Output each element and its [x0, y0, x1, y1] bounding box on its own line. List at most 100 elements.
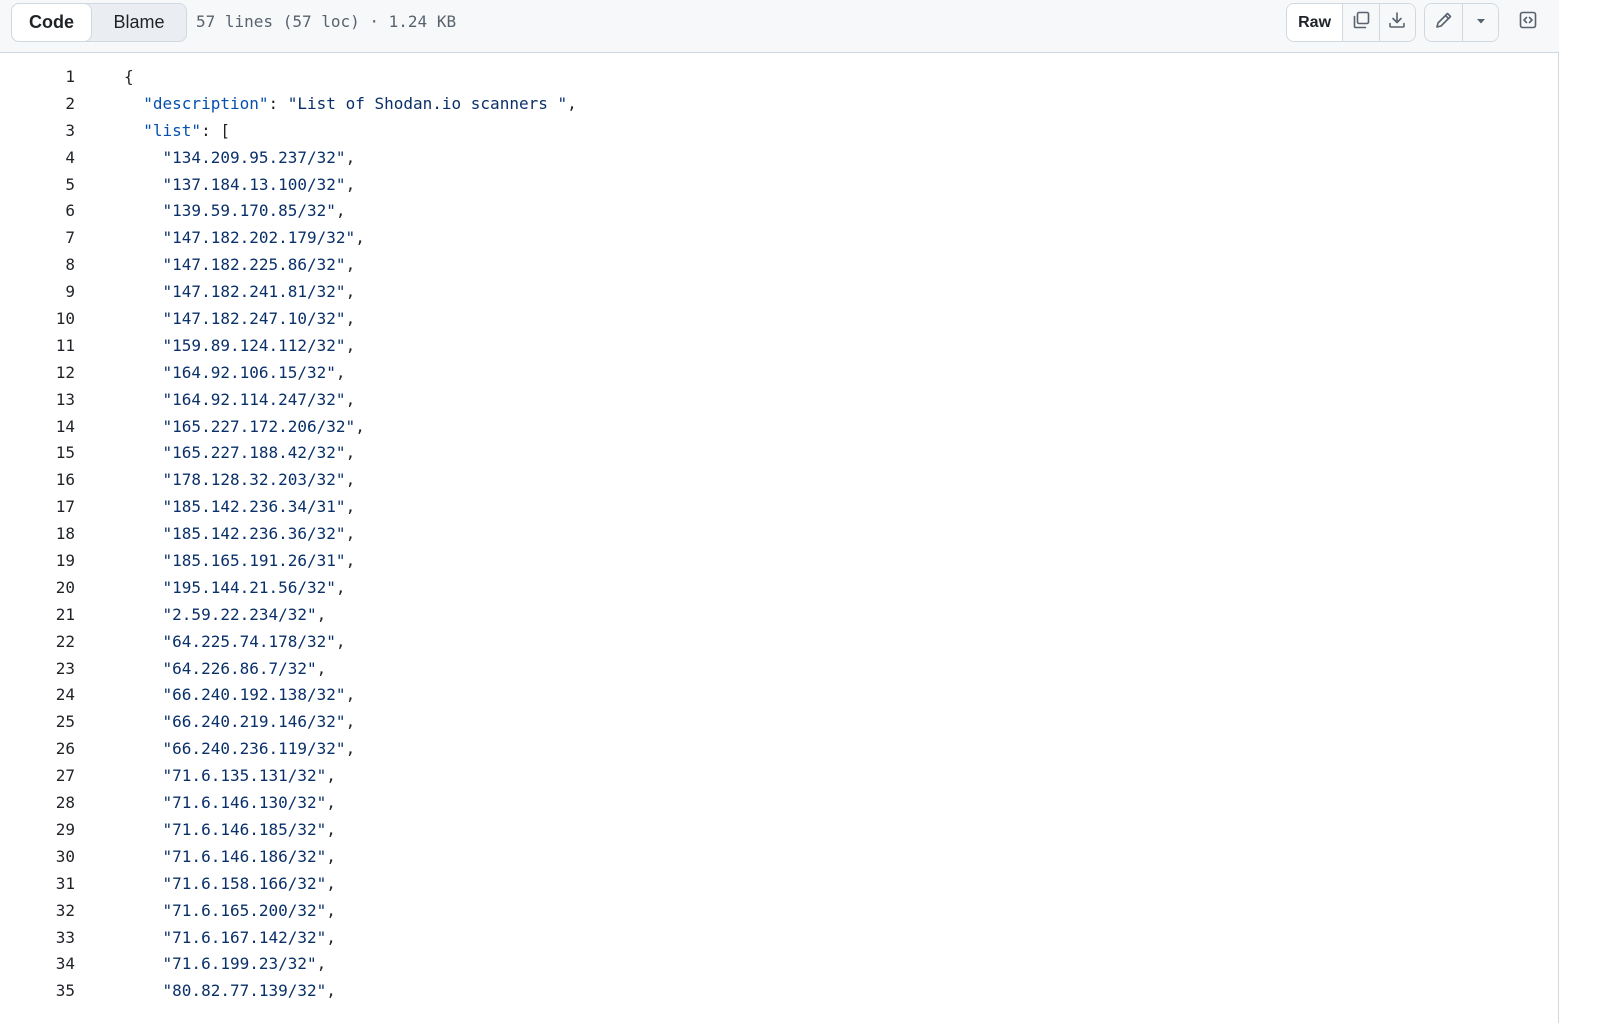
line-number[interactable]: 23: [0, 659, 75, 678]
line-content: "71.6.146.130/32",: [124, 793, 336, 812]
ip-range-value: "165.227.172.206/32": [162, 416, 356, 436]
ip-range-value: "134.209.95.237/32": [162, 147, 346, 167]
line-content: "80.82.77.139/32",: [124, 981, 336, 1000]
line-number[interactable]: 34: [0, 954, 75, 973]
json-key: "description": [143, 93, 269, 113]
line-number[interactable]: 35: [0, 981, 75, 1000]
tab-code[interactable]: Code: [11, 3, 92, 42]
line-number[interactable]: 15: [0, 443, 75, 462]
json-comma: ,: [345, 470, 356, 490]
json-comma: ,: [345, 174, 356, 194]
line-number[interactable]: 8: [0, 255, 75, 274]
line-number[interactable]: 26: [0, 739, 75, 758]
line-content: "159.89.124.112/32",: [124, 336, 356, 355]
line-number[interactable]: 27: [0, 766, 75, 785]
ip-range-value: "139.59.170.85/32": [162, 201, 336, 221]
code-line: 5 "137.184.13.100/32",: [0, 171, 1558, 198]
line-number[interactable]: 28: [0, 793, 75, 812]
line-content: "64.225.74.178/32",: [124, 632, 346, 651]
json-comma: ,: [345, 712, 356, 732]
ip-range-value: "64.226.86.7/32": [162, 658, 317, 678]
line-number[interactable]: 16: [0, 470, 75, 489]
line-number[interactable]: 19: [0, 551, 75, 570]
line-content: "71.6.165.200/32",: [124, 901, 336, 920]
code-line: 19 "185.165.191.26/31",: [0, 547, 1558, 574]
line-number[interactable]: 24: [0, 685, 75, 704]
code-line: 29 "71.6.146.185/32",: [0, 816, 1558, 843]
line-number[interactable]: 22: [0, 632, 75, 651]
code-line: 3 "list": [: [0, 117, 1558, 144]
ip-range-value: "165.227.188.42/32": [162, 443, 346, 463]
line-number[interactable]: 11: [0, 336, 75, 355]
line-number[interactable]: 25: [0, 712, 75, 731]
line-number[interactable]: 33: [0, 928, 75, 947]
json-comma: ,: [345, 739, 356, 759]
download-icon: [1387, 10, 1407, 35]
code-line: 20 "195.144.21.56/32",: [0, 574, 1558, 601]
tab-blame[interactable]: Blame: [92, 4, 186, 41]
file-toolbar: Code Blame 57 lines (57 loc) · 1.24 KB R…: [0, 0, 1559, 53]
line-number[interactable]: 30: [0, 847, 75, 866]
json-comma: ,: [316, 658, 327, 678]
edit-actions-group: [1424, 3, 1499, 42]
pencil-icon: [1434, 10, 1454, 35]
ip-range-value: "80.82.77.139/32": [162, 981, 327, 1001]
line-content: "178.128.32.203/32",: [124, 470, 356, 490]
triangle-down-icon: [1475, 14, 1487, 32]
ip-range-value: "66.240.236.119/32": [162, 739, 346, 759]
line-number[interactable]: 4: [0, 148, 75, 167]
line-number[interactable]: 12: [0, 363, 75, 382]
line-number[interactable]: 29: [0, 820, 75, 839]
raw-button[interactable]: Raw: [1287, 4, 1343, 41]
edit-file-button[interactable]: [1425, 4, 1463, 41]
line-number[interactable]: 13: [0, 390, 75, 409]
json-colon: :: [201, 120, 221, 140]
code-line: 7 "147.182.202.179/32",: [0, 224, 1558, 251]
code-line: 14 "165.227.172.206/32",: [0, 413, 1558, 440]
line-number[interactable]: 2: [0, 94, 75, 113]
line-content: "185.165.191.26/31",: [124, 551, 356, 571]
line-content: "71.6.199.23/32",: [124, 954, 327, 973]
code-line: 21 "2.59.22.234/32",: [0, 601, 1558, 628]
symbols-panel-button[interactable]: [1511, 3, 1545, 42]
line-number[interactable]: 7: [0, 228, 75, 247]
line-number[interactable]: 31: [0, 874, 75, 893]
line-number[interactable]: 1: [0, 67, 75, 86]
code-line: 11 "159.89.124.112/32",: [0, 332, 1558, 359]
line-number[interactable]: 17: [0, 497, 75, 516]
line-number[interactable]: 14: [0, 417, 75, 436]
line-number[interactable]: 9: [0, 282, 75, 301]
json-value: {: [124, 67, 134, 86]
line-number[interactable]: 18: [0, 524, 75, 543]
code-line: 9 "147.182.241.81/32",: [0, 278, 1558, 305]
copy-raw-button[interactable]: [1342, 4, 1379, 41]
line-content: "66.240.219.146/32",: [124, 712, 356, 732]
line-content: "164.92.106.15/32",: [124, 363, 346, 382]
file-viewer: Code Blame 57 lines (57 loc) · 1.24 KB R…: [0, 0, 1559, 1023]
more-edit-options-button[interactable]: [1462, 4, 1498, 41]
code-line: 25 "66.240.219.146/32",: [0, 708, 1558, 735]
line-number[interactable]: 6: [0, 201, 75, 220]
line-number[interactable]: 5: [0, 175, 75, 194]
line-number[interactable]: 3: [0, 121, 75, 140]
download-raw-button[interactable]: [1378, 4, 1415, 41]
line-number[interactable]: 20: [0, 578, 75, 597]
line-content: "147.182.247.10/32",: [124, 309, 356, 328]
json-comma: ,: [345, 524, 356, 544]
json-comma: ,: [335, 631, 346, 651]
json-comma: ,: [345, 551, 356, 571]
line-number[interactable]: 21: [0, 605, 75, 624]
line-number[interactable]: 10: [0, 309, 75, 328]
ip-range-value: "147.182.225.86/32": [162, 255, 346, 275]
line-content: "195.144.21.56/32",: [124, 578, 346, 597]
line-number[interactable]: 32: [0, 901, 75, 920]
